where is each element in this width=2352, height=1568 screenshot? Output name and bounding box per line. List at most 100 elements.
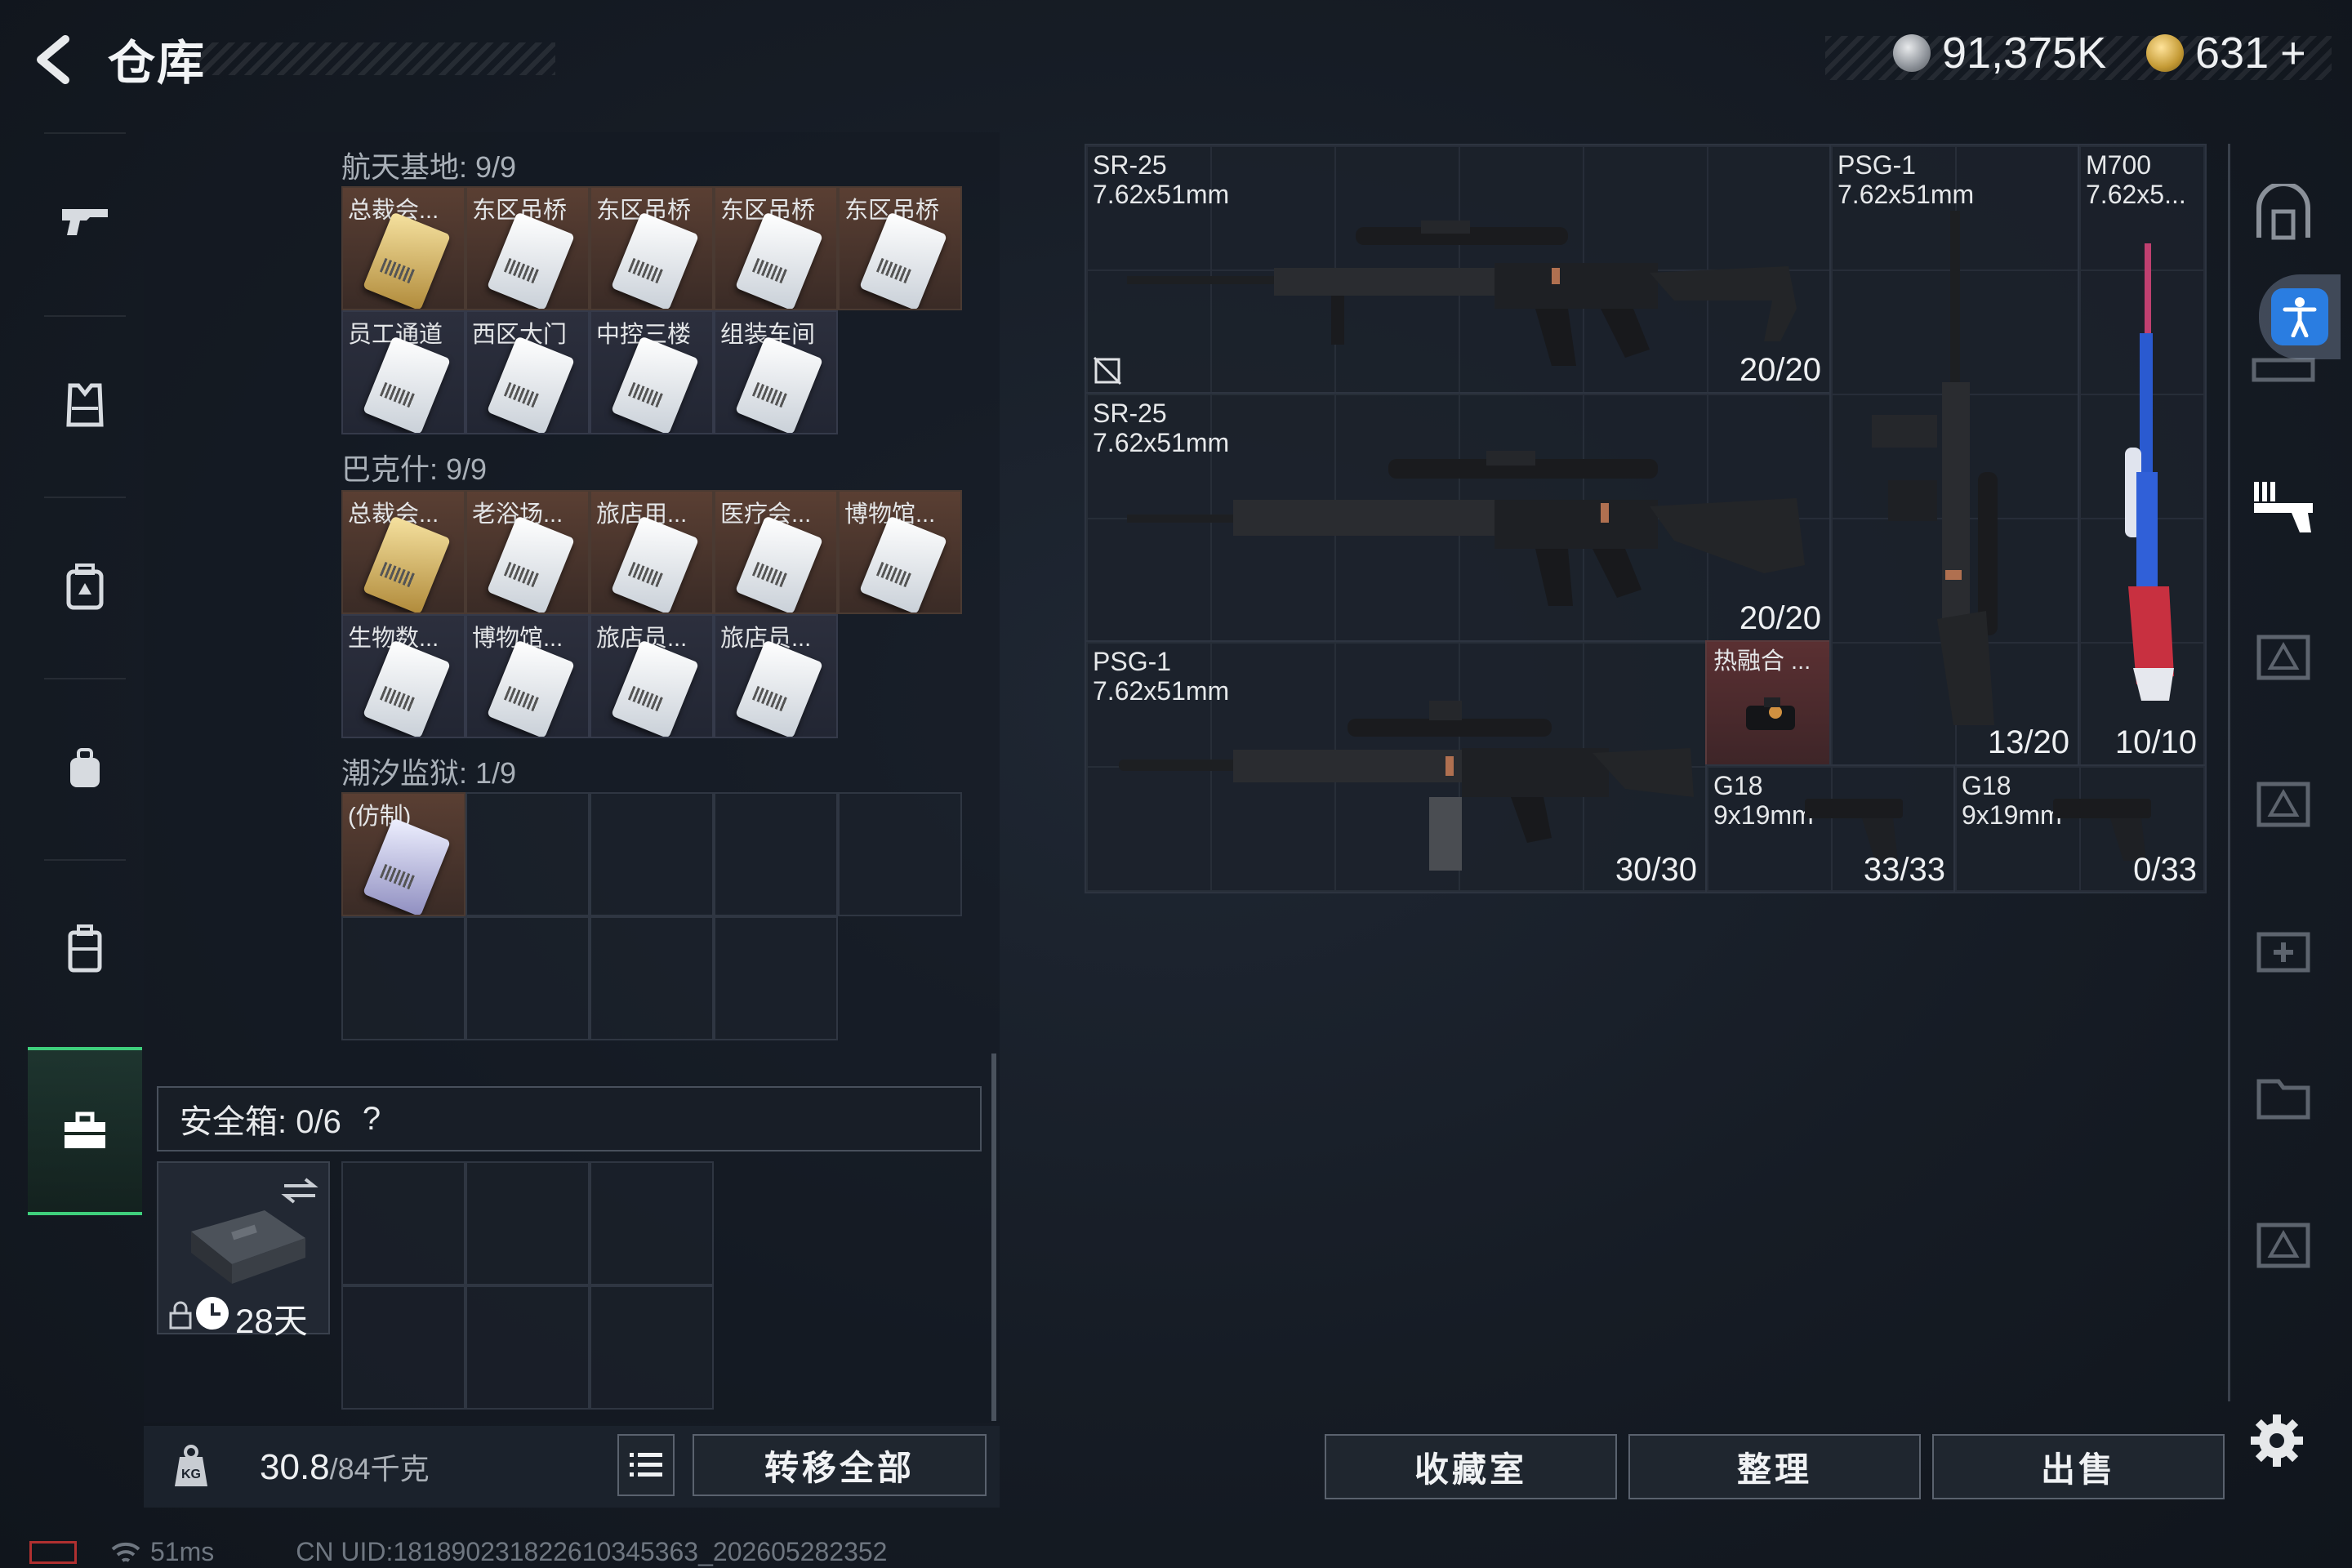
empty-slot[interactable] <box>341 1285 466 1410</box>
add-gold-button[interactable]: + <box>2280 28 2306 78</box>
tab-level4-files[interactable] <box>2247 1058 2320 1132</box>
weapon-m700[interactable]: M700 7.62x5... 10/10 <box>2078 144 2207 766</box>
tab-weapon-rack[interactable] <box>2247 470 2320 544</box>
keycard-icon <box>363 336 451 433</box>
weapon-g18[interactable]: G18 9x19mm 0/33 <box>1953 764 2207 893</box>
section-grid-aerospace: 总裁会... 东区吊桥 东区吊桥 东区吊桥 东区吊桥 员工通道 西区大门 中控三… <box>341 186 962 434</box>
gun-icon <box>62 209 108 235</box>
keycard-item[interactable]: 员工通道 <box>341 310 466 434</box>
empty-slot[interactable] <box>590 1161 714 1285</box>
empty-slot[interactable] <box>466 1161 590 1285</box>
lock-icon <box>169 1301 192 1330</box>
safebox-item[interactable]: 28天 <box>157 1161 330 1340</box>
weapon-sr25[interactable]: SR-25 7.62x51mm 20/20 <box>1085 392 1831 642</box>
backpack-icon <box>66 564 104 610</box>
nav-chest-rig[interactable] <box>28 678 142 858</box>
empty-slot[interactable] <box>714 792 838 916</box>
nav-weapons[interactable] <box>28 132 142 312</box>
weapon-psg1[interactable]: PSG-1 7.62x51mm 30/30 <box>1085 640 1707 893</box>
weapon-g18[interactable]: G18 9x19mm 33/33 <box>1705 764 1955 893</box>
section-label-tidal-prison: 潮汐监狱: 1/9 <box>341 756 517 790</box>
keycard-item[interactable]: 组装车间 <box>714 310 838 434</box>
status-bar: 51ms CN UID:18189023182261034536​3_20260… <box>29 1537 887 1567</box>
keycard-item[interactable]: 总裁会... <box>341 490 466 614</box>
keycard-icon <box>735 639 823 737</box>
tab-level4-medical[interactable] <box>2247 911 2320 985</box>
medical-crate-icon <box>2256 932 2310 973</box>
empty-slot[interactable] <box>341 916 466 1040</box>
tab-level3-armor[interactable] <box>2247 617 2320 691</box>
settings-gear-icon[interactable] <box>2247 1411 2306 1470</box>
keycard-icon <box>611 336 699 433</box>
nav-backpack[interactable] <box>28 497 142 676</box>
arch-icon <box>2256 184 2310 240</box>
keycard-item[interactable]: 旅店员... <box>590 614 714 738</box>
keycard-item[interactable]: 东区吊桥 <box>466 186 590 310</box>
transfer-all-button[interactable]: 转移全部 <box>693 1434 987 1496</box>
keycard-item[interactable]: 中控三楼 <box>590 310 714 434</box>
weapon-psg1-vertical[interactable]: PSG-1 7.62x51mm 13/20 <box>1829 144 2079 766</box>
keycard-icon <box>487 212 575 309</box>
no-mod-icon <box>1093 356 1122 385</box>
ping-value: 51ms <box>150 1537 215 1566</box>
keycard-icon <box>859 515 947 612</box>
keycard-item[interactable]: 东区吊桥 <box>838 186 962 310</box>
keycard-item[interactable]: 东区吊桥 <box>590 186 714 310</box>
nav-safebox[interactable] <box>28 1047 142 1215</box>
keycard-item[interactable]: 总裁会... <box>341 186 466 310</box>
silver-amount: 91,375K <box>1942 29 2107 78</box>
accessibility-button[interactable] <box>2259 274 2341 359</box>
keycard-item[interactable]: 旅店用... <box>590 490 714 614</box>
help-icon[interactable]: ? <box>363 1101 381 1138</box>
keycard-icon <box>859 212 947 309</box>
empty-slot[interactable] <box>466 792 590 916</box>
weapon-sr25[interactable]: SR-25 7.62x51mm 20/20 <box>1085 144 1831 394</box>
battery-icon <box>29 1540 77 1564</box>
tab-home[interactable] <box>2247 176 2320 250</box>
nav-container[interactable] <box>28 859 142 1039</box>
tab-level3-backpack[interactable] <box>2247 764 2320 838</box>
keycard-item[interactable]: 东区吊桥 <box>714 186 838 310</box>
accessibility-icon <box>2271 288 2328 345</box>
storage-scrollbar[interactable] <box>991 1054 996 1421</box>
keycard-item[interactable]: 医疗会... <box>714 490 838 614</box>
sell-button[interactable]: 出售 <box>1932 1434 2225 1499</box>
weight-max: /84千克 <box>329 1452 430 1486</box>
empty-slot[interactable] <box>466 916 590 1040</box>
rifle-icon <box>1119 701 1694 871</box>
armor-crate-icon <box>2256 635 2310 680</box>
nav-armor[interactable] <box>28 315 142 495</box>
keycard-item[interactable]: (仿制) <box>341 792 466 916</box>
empty-slot[interactable] <box>714 916 838 1040</box>
keycard-item[interactable]: 老浴场... <box>466 490 590 614</box>
back-arrow-icon[interactable] <box>24 31 82 88</box>
weapon-panel: SR-25 7.62x51mm 20/20 SR-25 7.62x51mm 20… <box>1085 144 2207 893</box>
keycard-item[interactable]: 博物馆... <box>466 614 590 738</box>
case-icon <box>68 924 102 973</box>
gold-currency[interactable]: 631 + <box>2146 28 2306 78</box>
list-view-button[interactable] <box>617 1434 675 1496</box>
page-title: 仓库 <box>108 37 207 90</box>
empty-slot[interactable] <box>590 792 714 916</box>
empty-slot[interactable] <box>466 1285 590 1410</box>
keycard-item[interactable]: 西区大门 <box>466 310 590 434</box>
item-thermal-scope[interactable]: 热融合 ... <box>1705 640 1831 766</box>
safebox-header: 安全箱: 0/6 ? <box>157 1086 982 1152</box>
empty-slot[interactable] <box>590 916 714 1040</box>
pouch-icon <box>70 748 100 787</box>
keycard-icon <box>487 639 575 737</box>
empty-slot[interactable] <box>838 792 962 916</box>
keycard-item[interactable]: 博物馆... <box>838 490 962 614</box>
section-label-bakhsh: 巴克什: 9/9 <box>341 452 488 486</box>
empty-slot[interactable] <box>341 1161 466 1285</box>
silver-currency[interactable]: 91,375K <box>1893 28 2106 78</box>
sort-button[interactable]: 整理 <box>1628 1434 1921 1499</box>
empty-slot[interactable] <box>590 1285 714 1410</box>
tab-level3-extra[interactable] <box>2247 1205 2320 1279</box>
backpack-crate-icon <box>2256 782 2310 827</box>
keycard-item[interactable]: 旅店员... <box>714 614 838 738</box>
weight-readout: 30.8/84千克 <box>260 1446 430 1488</box>
weight-current: 30.8 <box>260 1447 330 1487</box>
collection-room-button[interactable]: 收藏室 <box>1325 1434 1617 1499</box>
keycard-item[interactable]: 生物数... <box>341 614 466 738</box>
